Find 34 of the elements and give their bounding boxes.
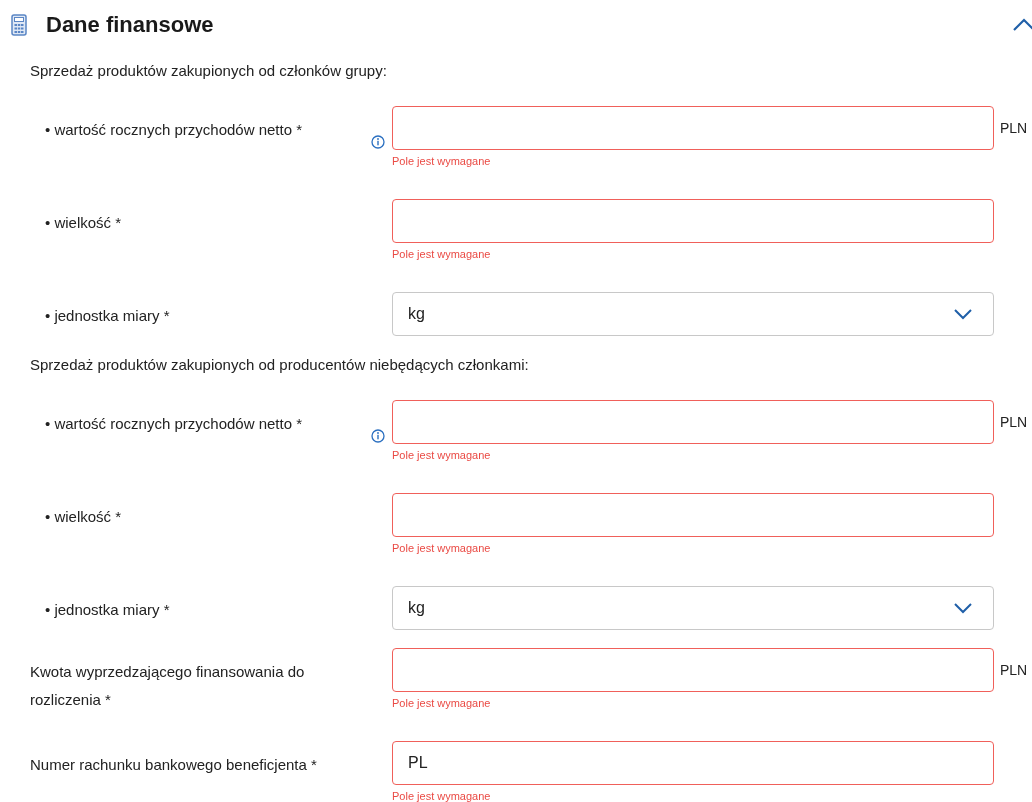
- field-label: • wartość rocznych przychodów netto *: [45, 120, 304, 140]
- field-label: Kwota wyprzedzającego finansowania do rozliczenia *: [30, 662, 306, 710]
- group-heading: Sprzedaż produktów zakupionych od członków grupy:: [29, 61, 388, 81]
- input-field[interactable]: [392, 400, 994, 444]
- chevron-down-icon: [953, 602, 973, 614]
- dropdown[interactable]: kg: [392, 586, 994, 630]
- input-field[interactable]: [392, 493, 994, 537]
- input-field[interactable]: [392, 199, 994, 243]
- error-message: Pole jest wymagane: [392, 248, 491, 260]
- currency-unit: PLN: [999, 661, 1029, 680]
- calculator-icon: [11, 14, 27, 36]
- group-heading: Sprzedaż produktów zakupionych od producentów niebędących członkami:: [29, 355, 530, 375]
- field-label: • jednostka miary *: [45, 600, 171, 620]
- field-label: • wielkość *: [45, 213, 123, 233]
- currency-unit: PLN: [999, 413, 1029, 432]
- info-icon[interactable]: [371, 135, 385, 149]
- input-field[interactable]: [392, 106, 994, 150]
- section-title: Dane finansowe: [46, 12, 214, 38]
- field-label: • jednostka miary *: [45, 306, 171, 326]
- error-message: Pole jest wymagane: [392, 155, 491, 167]
- currency-unit: PLN: [999, 119, 1029, 138]
- error-message: Pole jest wymagane: [392, 542, 491, 554]
- chevron-icon[interactable]: [1012, 18, 1032, 32]
- info-icon[interactable]: [371, 429, 385, 443]
- input-field[interactable]: PL: [392, 741, 994, 785]
- field-label: Numer rachunku bankowego beneficjenta *: [30, 755, 318, 775]
- field-label: • wartość rocznych przychodów netto *: [45, 414, 304, 434]
- field-label: • wielkość *: [45, 507, 123, 527]
- dropdown[interactable]: kg: [392, 292, 994, 336]
- error-message: Pole jest wymagane: [392, 449, 491, 461]
- error-message: Pole jest wymagane: [392, 697, 491, 709]
- error-message: Pole jest wymagane: [392, 790, 491, 802]
- chevron-down-icon: [953, 308, 973, 320]
- input-field[interactable]: [392, 648, 994, 692]
